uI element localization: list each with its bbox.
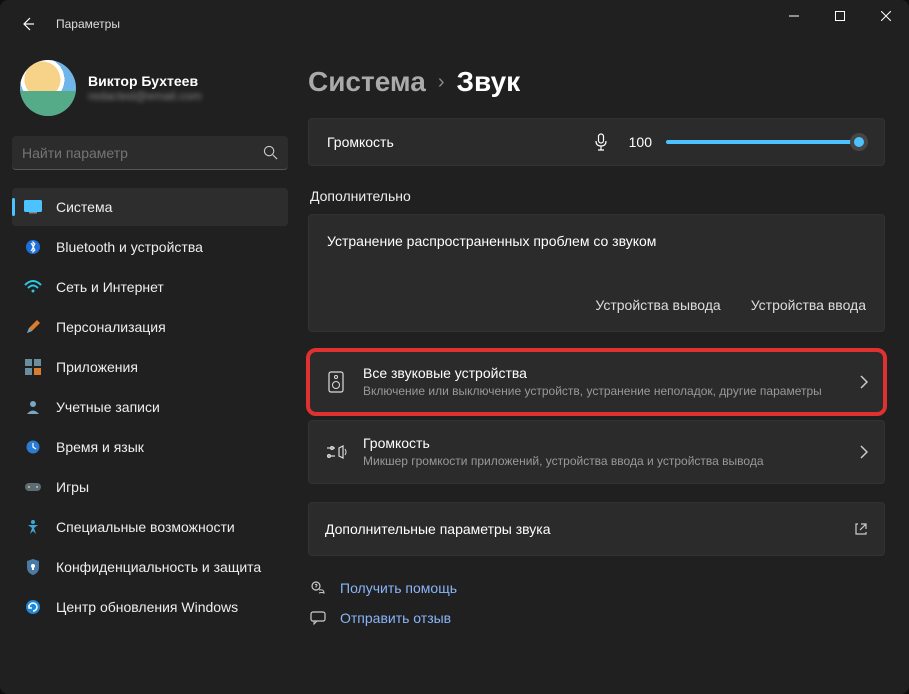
accessibility-icon — [24, 518, 42, 536]
close-button[interactable] — [863, 0, 909, 32]
nav-label: Специальные возможности — [56, 519, 235, 535]
nav-label: Система — [56, 199, 112, 215]
update-icon — [24, 598, 42, 616]
person-icon — [24, 398, 42, 416]
nav-label: Время и язык — [56, 439, 144, 455]
nav-accounts[interactable]: Учетные записи — [12, 388, 288, 426]
back-button[interactable] — [8, 4, 48, 44]
slider-thumb[interactable] — [850, 133, 868, 151]
nav-time-language[interactable]: Время и язык — [12, 428, 288, 466]
content-area: Виктор Бухтеев redacted@email.com Систем… — [0, 48, 909, 694]
nav-label: Учетные записи — [56, 399, 160, 415]
maximize-button[interactable] — [817, 0, 863, 32]
nav-privacy[interactable]: Конфиденциальность и защита — [12, 548, 288, 586]
volume-label: Громкость — [327, 134, 394, 150]
nav-label: Сеть и Интернет — [56, 279, 164, 295]
search-box[interactable] — [12, 136, 288, 170]
all-sound-devices-card[interactable]: Все звуковые устройства Включение или вы… — [308, 350, 885, 414]
feedback-icon — [308, 610, 328, 626]
card-description: Микшер громкости приложений, устройства … — [363, 453, 844, 469]
get-help-link[interactable]: Получить помощь — [308, 580, 885, 596]
nav-label: Персонализация — [56, 319, 166, 335]
nav-label: Центр обновления Windows — [56, 599, 238, 615]
shield-icon — [24, 558, 42, 576]
maximize-icon — [835, 11, 845, 21]
profile-name: Виктор Бухтеев — [88, 73, 202, 89]
breadcrumb-current: Звук — [457, 66, 521, 98]
nav-network[interactable]: Сеть и Интернет — [12, 268, 288, 306]
link-label: Получить помощь — [340, 580, 457, 596]
sidebar: Виктор Бухтеев redacted@email.com Систем… — [0, 48, 300, 694]
nav-windows-update[interactable]: Центр обновления Windows — [12, 588, 288, 626]
search-input[interactable] — [22, 145, 263, 161]
apps-icon — [24, 358, 42, 376]
breadcrumb: Система › Звук — [308, 66, 885, 98]
close-icon — [881, 11, 891, 21]
chevron-right-icon — [860, 375, 868, 389]
chevron-right-icon: › — [438, 71, 445, 94]
nav-label: Приложения — [56, 359, 138, 375]
footer-links: Получить помощь Отправить отзыв — [308, 580, 885, 630]
nav-personalization[interactable]: Персонализация — [12, 308, 288, 346]
speaker-device-icon — [325, 371, 347, 393]
card-title: Все звуковые устройства — [363, 365, 844, 381]
window-title: Параметры — [56, 17, 120, 31]
mic-icon[interactable] — [594, 133, 608, 151]
send-feedback-link[interactable]: Отправить отзыв — [308, 610, 885, 626]
more-sound-settings-card[interactable]: Дополнительные параметры звука — [308, 502, 885, 556]
bluetooth-icon — [24, 238, 42, 256]
volume-slider[interactable] — [666, 140, 866, 144]
output-devices-button[interactable]: Устройства вывода — [595, 297, 720, 313]
nav-list: Система Bluetooth и устройства Сеть и Ин… — [12, 188, 288, 626]
troubleshoot-title: Устранение распространенных проблем со з… — [327, 233, 866, 249]
window-controls — [771, 0, 909, 32]
section-additional-label: Дополнительно — [310, 188, 885, 204]
volume-value: 100 — [622, 134, 652, 150]
system-icon — [24, 198, 42, 216]
wifi-icon — [24, 278, 42, 296]
nav-apps[interactable]: Приложения — [12, 348, 288, 386]
troubleshoot-card: Устранение распространенных проблем со з… — [308, 214, 885, 332]
nav-label: Игры — [56, 479, 89, 495]
more-sound-label: Дополнительные параметры звука — [325, 521, 854, 537]
input-devices-button[interactable]: Устройства ввода — [751, 297, 866, 313]
open-external-icon — [854, 522, 868, 536]
link-label: Отправить отзыв — [340, 610, 451, 626]
nav-system[interactable]: Система — [12, 188, 288, 226]
arrow-left-icon — [20, 16, 36, 32]
volume-card: Громкость 100 — [308, 118, 885, 166]
gamepad-icon — [24, 478, 42, 496]
profile-block[interactable]: Виктор Бухтеев redacted@email.com — [12, 48, 288, 136]
main-panel: Система › Звук Громкость 100 Дополнитель… — [300, 48, 909, 694]
chevron-right-icon — [860, 445, 868, 459]
card-description: Включение или выключение устройств, устр… — [363, 383, 844, 399]
minimize-button[interactable] — [771, 0, 817, 32]
nav-accessibility[interactable]: Специальные возможности — [12, 508, 288, 546]
search-icon — [263, 145, 278, 160]
nav-gaming[interactable]: Игры — [12, 468, 288, 506]
avatar — [20, 60, 76, 116]
mixer-icon — [325, 444, 347, 460]
settings-window: Параметры Виктор Бухтеев redacted@email.… — [0, 0, 909, 694]
clock-icon — [24, 438, 42, 456]
card-title: Громкость — [363, 435, 844, 451]
minimize-icon — [789, 11, 799, 21]
help-icon — [308, 580, 328, 596]
nav-label: Bluetooth и устройства — [56, 239, 203, 255]
paintbrush-icon — [24, 318, 42, 336]
nav-bluetooth[interactable]: Bluetooth и устройства — [12, 228, 288, 266]
breadcrumb-parent[interactable]: Система — [308, 66, 426, 98]
nav-label: Конфиденциальность и защита — [56, 559, 261, 575]
titlebar: Параметры — [0, 0, 909, 48]
volume-mixer-card[interactable]: Громкость Микшер громкости приложений, у… — [308, 420, 885, 484]
profile-email: redacted@email.com — [88, 89, 202, 103]
